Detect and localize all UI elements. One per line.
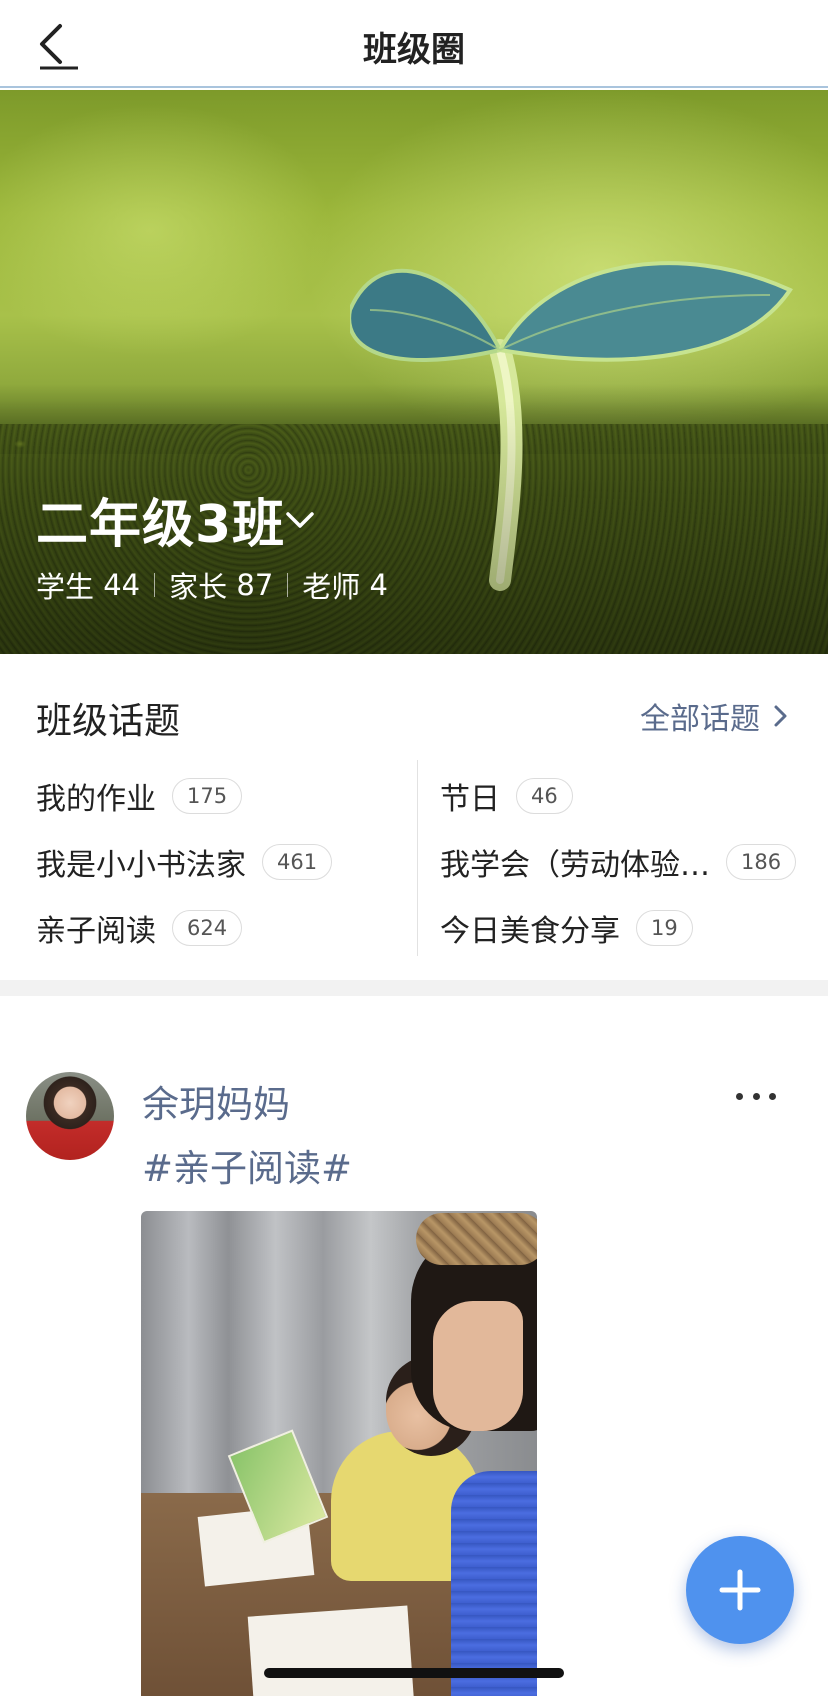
class-name[interactable]: 二年级3班 — [36, 482, 285, 557]
topic-item[interactable]: 我的作业 175 — [36, 774, 243, 818]
topic-label: 节日 — [440, 782, 500, 817]
topic-count-badge: 46 — [516, 778, 573, 814]
topic-label: 亲子阅读 — [36, 914, 156, 949]
topic-count-badge: 175 — [172, 778, 243, 814]
all-topics-link[interactable]: 全部话题 — [640, 694, 792, 738]
section-separator — [0, 980, 828, 996]
all-topics-label: 全部话题 — [640, 702, 760, 737]
topic-label: 我是小小书法家 — [36, 848, 246, 883]
topic-item[interactable]: 节日 46 — [440, 774, 573, 818]
stat-students-label: 学生 — [36, 570, 95, 604]
topics-divider — [417, 760, 418, 956]
stat-teachers-label: 老师 — [302, 570, 361, 604]
nav-bar: 班级圈 — [0, 0, 828, 88]
topic-count-badge: 186 — [726, 844, 797, 880]
member-stats: 学生 44 家长 87 老师 4 — [36, 564, 388, 606]
class-cover[interactable]: 二年级3班 学生 44 家长 87 老师 4 — [0, 90, 828, 654]
stat-parents-label: 家长 — [169, 570, 228, 604]
stat-parents-count: 87 — [236, 568, 274, 602]
chevron-right-icon — [774, 705, 787, 727]
topic-label: 我的作业 — [36, 782, 156, 817]
nav-divider — [0, 86, 828, 88]
topic-item[interactable]: 亲子阅读 624 — [36, 906, 243, 950]
topic-item[interactable]: 我学会（劳动体验… 186 — [440, 840, 797, 884]
chevron-down-icon[interactable] — [282, 502, 318, 538]
topic-count-badge: 624 — [172, 910, 243, 946]
topic-label: 今日美食分享 — [440, 914, 620, 949]
stat-teachers-count: 4 — [369, 568, 388, 602]
stat-students-count: 44 — [103, 568, 141, 602]
plus-icon — [719, 1569, 761, 1611]
topic-label: 我学会（劳动体验… — [440, 848, 710, 883]
class-topics-section: 班级话题 全部话题 我的作业 175 我是小小书法家 461 亲子阅读 624 … — [0, 654, 828, 980]
more-options-icon[interactable] — [736, 1086, 776, 1106]
topic-item[interactable]: 我是小小书法家 461 — [36, 840, 333, 884]
topic-item[interactable]: 今日美食分享 19 — [440, 906, 693, 950]
topic-count-badge: 461 — [262, 844, 333, 880]
post-hashtag[interactable]: #亲子阅读# — [142, 1138, 352, 1192]
topic-count-badge: 19 — [636, 910, 693, 946]
add-post-button[interactable] — [686, 1536, 794, 1644]
topics-title: 班级话题 — [36, 701, 181, 742]
home-indicator — [264, 1668, 564, 1678]
post-photo[interactable] — [141, 1211, 537, 1696]
avatar[interactable] — [26, 1072, 114, 1160]
post-author[interactable]: 余玥妈妈 — [142, 1074, 290, 1128]
page-title: 班级圈 — [363, 30, 465, 70]
